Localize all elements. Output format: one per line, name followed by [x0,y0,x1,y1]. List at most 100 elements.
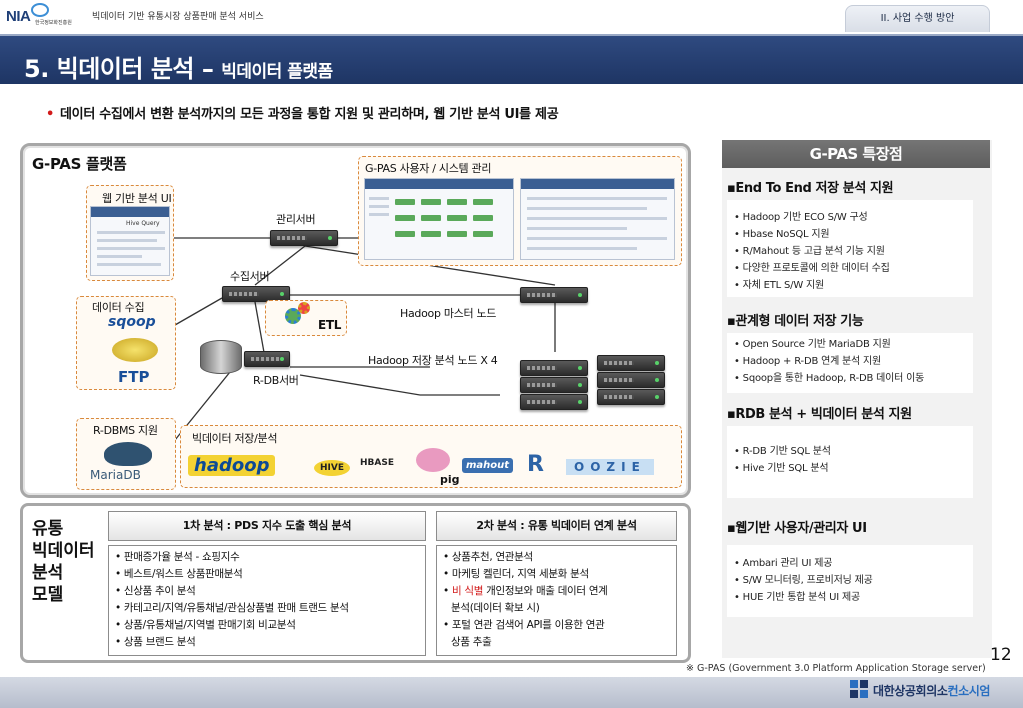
feature-item: • S/W 모니터링, 프로비저닝 제공 [734,575,873,586]
section-tab: II. 사업 수행 방안 [845,5,990,32]
second-analysis-body: • 상품추천, 연관분석 • 마케팅 켈린더, 지역 세분화 분석 • 비 식별… [436,545,677,656]
analysis-model-title: 유통 빅데이터 분석 모델 [32,518,95,606]
pig-logo: pig [440,473,460,486]
document-title: 빅데이터 기반 유통시장 상품판매 분석 서비스 [92,12,264,22]
storage-node-icon [597,389,665,405]
feature-box: • R-DB 기반 SQL 분석 • Hive 기반 SQL 분석 [727,426,973,498]
thumb-line [527,197,667,200]
first-analysis-head: 1차 분석 : PDS 지수 도출 핵심 분석 [108,511,426,541]
feature-item: • R-DB 기반 SQL 분석 [734,446,831,457]
thumb-line [369,197,389,200]
feature-item: • Hadoop 기반 ECO S/W 구성 [734,212,868,223]
page-title: 5. 빅데이터 분석 – 빅데이터 플랫폼 [24,49,333,84]
thumb-line [97,247,165,250]
thumb-line [97,255,142,258]
analysis-item-highlight: 비 식별 [451,585,484,597]
rdbms-label: R-DBMS 지원 [93,424,158,437]
web-ui-query-title: Hive Query [126,220,160,227]
thumb-tile [447,215,467,221]
model-title-line: 빅데이터 [32,541,95,561]
analysis-item: • 베스트/워스트 상품판매분석 [115,568,243,580]
etl-label: ETL [318,318,342,332]
sysadmin-screenshot-2 [520,178,675,260]
kcci-logo-icon [850,680,868,698]
thumb-line [97,231,165,234]
thumb-line [97,263,161,266]
hadoop-master-label: Hadoop 마스터 노드 [400,307,497,320]
kcci-logo: 대한상공회의소컨소시엄 [873,682,990,699]
analysis-item: • 마케팅 켈린더, 지역 세분화 분석 [443,568,589,580]
gear-icon [298,302,310,314]
oozie-logo: OOZIE [566,459,654,475]
mariadb-logo: MariaDB [90,468,141,482]
analysis-item: • 카테고리/지역/유통채널/관심상품별 판매 트랜드 분석 [115,602,349,614]
kcci-logo-sub: 컨소시엄 [947,684,991,698]
analysis-item: 상품 추출 [451,636,492,648]
rdb-server-label: R-DB서버 [253,374,299,387]
flume-logo-icon [112,338,158,362]
hadoop-storage-label: Hadoop 저장 분석 노드 X 4 [368,354,498,367]
feature-title: ▪웹기반 사용자/관리자 UI [727,521,867,536]
hbase-logo: HBASE [360,458,394,468]
pig-mascot-icon [416,448,450,472]
analysis-item: • 신상품 추이 분석 [115,585,196,597]
hadoop-master-server-icon [520,287,588,303]
storage-node-icon [597,355,665,371]
thumb-line [527,227,627,230]
ftp-logo: FTP [118,368,150,386]
first-analysis-body: • 판매증가율 분석 - 쇼핑지수 • 베스트/워스트 상품판매분석 • 신상품… [108,545,426,656]
thumb-tile [421,231,441,237]
second-analysis-head: 2차 분석 : 유통 빅데이터 연계 분석 [436,511,677,541]
thumb-tile [447,231,467,237]
thumb-tile [421,215,441,221]
nia-logo: NIA [6,8,31,25]
kcci-logo-name: 대한상공회의소 [873,684,948,698]
analysis-item: 분석(데이터 확보 시) [451,602,540,614]
thumb-line [369,205,389,208]
feature-item: • Hadoop + R-DB 연계 분석 지원 [734,356,882,367]
footnote: ※ G-PAS (Government 3.0 Platform Applica… [686,663,986,674]
bigdata-storage-label: 빅데이터 저장/분석 [192,432,278,445]
feature-box: • Open Source 기반 MariaDB 지원 • Hadoop + R… [727,333,973,393]
thumb-line [527,247,637,250]
analysis-item: • 포털 연관 검색어 API를 이용한 연관 [443,619,605,631]
bullet-dot-icon: • [46,107,55,122]
storage-node-icon [597,372,665,388]
mariadb-seal-icon [104,442,152,466]
model-title-line: 유통 [32,519,64,539]
analysis-item: • 상품 브랜드 분석 [115,636,196,648]
rdb-server-icon [244,351,290,367]
web-ui-screenshot: Hive Query [90,206,170,276]
nia-logo-ring-icon [31,3,49,17]
analysis-item: • 비 식별 개인정보와 매출 데이터 연계 [443,583,608,600]
thumb-tile [473,231,493,237]
analysis-item: • 상품추천, 연관분석 [443,551,533,563]
thumb-tile [395,199,415,205]
thumb-bar [91,207,169,217]
thumb-line [527,237,667,240]
r-logo: R [527,452,544,477]
title-band: 5. 빅데이터 분석 – 빅데이터 플랫폼 [0,34,1023,84]
thumb-line [97,239,157,242]
mahout-logo: mahout [462,458,514,473]
thumb-line [369,213,389,216]
thumb-tile [473,215,493,221]
model-title-line: 분석 [32,563,64,583]
analysis-item: • 상품/유통채널/지역별 판매기회 비교분석 [115,619,296,631]
thumb-tile [473,199,493,205]
platform-title: G-PAS 플랫폼 [32,155,127,173]
feature-item: • HUE 기반 통합 분석 UI 제공 [734,592,860,603]
thumb-tile [395,215,415,221]
web-ui-label: 웹 기반 분석 UI [102,192,172,205]
hive-logo: HIVE [314,460,350,476]
thumb-tile [447,199,467,205]
feature-item: • Ambari 관리 UI 제공 [734,558,833,569]
feature-item: • 자체 ETL S/W 지원 [734,280,825,291]
feature-item: • Sqoop을 통한 Hadoop, R-DB 데이터 이동 [734,373,925,384]
intro-bullet: • 데이터 수집에서 변환 분석까지의 모든 과정을 통합 지원 및 관리하며, … [46,103,559,122]
mgmt-server-icon [270,230,338,246]
thumb-line [527,207,647,210]
gpas-features-header: G-PAS 특장점 [722,140,990,168]
feature-title: ▪관계형 데이터 저장 기능 [727,314,864,329]
nia-logo-subtext: 한국정보화진흥원 [35,20,72,26]
